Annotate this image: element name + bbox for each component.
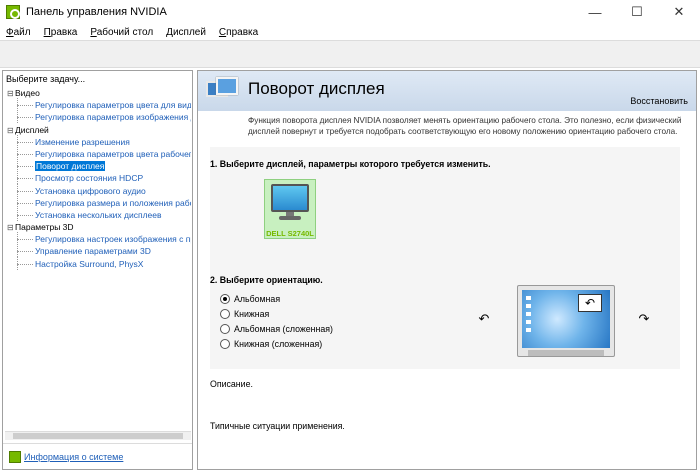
title-bar: Панель управления NVIDIA — ☐ ✕	[0, 0, 700, 24]
scrollbar-thumb[interactable]	[13, 433, 183, 439]
tree-item[interactable]: Настройка Surround, PhysX	[5, 256, 191, 270]
step2-heading: 2. Выберите ориентацию.	[210, 275, 323, 285]
tree-item-rotate-display[interactable]: Поворот дисплея	[5, 159, 191, 173]
toolbar	[0, 40, 700, 68]
tree-category-3d[interactable]: ⊟Параметры 3D	[5, 221, 191, 233]
rotate-display-icon	[206, 77, 240, 103]
display-name: DELL S2740L	[266, 229, 314, 238]
orientation-portrait[interactable]: Книжная	[220, 308, 269, 320]
step1-heading: 1. Выберите дисплей, параметры которого …	[210, 159, 491, 169]
radio-button[interactable]	[220, 294, 230, 304]
tree-item[interactable]: Регулировка параметров цвета рабочег	[5, 146, 191, 161]
system-info: Информация о системе	[9, 451, 123, 463]
nvidia-info-icon	[9, 451, 21, 463]
maximize-button[interactable]: ☐	[616, 0, 658, 24]
sidebar-horizontal-scrollbar[interactable]	[5, 431, 191, 440]
close-button[interactable]: ✕	[658, 0, 700, 24]
page-description: Функция поворота дисплея NVIDIA позволяе…	[248, 116, 682, 136]
menu-edit[interactable]: Правка	[42, 27, 80, 38]
tree-item[interactable]: Регулировка параметров изображения д	[5, 110, 191, 124]
window-controls: — ☐ ✕	[574, 0, 700, 24]
main-content: Поворот дисплея Восстановить Функция пов…	[197, 70, 697, 470]
radio-button[interactable]	[220, 324, 230, 334]
menu-file[interactable]: Файл	[4, 27, 33, 38]
orientation-preview: ↶	[517, 285, 615, 357]
window-title: Панель управления NVIDIA	[26, 6, 167, 18]
minimize-button[interactable]: —	[574, 0, 616, 24]
menu-help[interactable]: Справка	[217, 27, 260, 38]
tree-item[interactable]: Регулировка размера и положения рабо	[5, 195, 191, 209]
usage-label: Типичные ситуации применения.	[210, 421, 345, 431]
tree-item[interactable]: Управление параметрами 3D	[5, 244, 191, 258]
page-header: Поворот дисплея Восстановить	[198, 71, 696, 111]
task-sidebar: Выберите задачу... ⊟Видео Регулировка па…	[2, 70, 193, 470]
collapse-icon[interactable]: ⊟	[7, 222, 15, 234]
nvidia-app-icon	[6, 5, 20, 19]
radio-button[interactable]	[220, 339, 230, 349]
tree-item[interactable]: Изменение разрешения	[5, 134, 191, 148]
restore-button[interactable]: Восстановить	[630, 96, 688, 106]
tree-item[interactable]: Регулировка параметров цвета для вид	[5, 98, 191, 112]
sidebar-heading: Выберите задачу...	[6, 74, 86, 84]
menu-display[interactable]: Дисплей	[164, 27, 208, 38]
orientation-portrait-flipped[interactable]: Книжная (сложенная)	[220, 338, 322, 350]
tree-item[interactable]: Установка нескольких дисплеев	[5, 207, 191, 222]
system-info-link[interactable]: Информация о системе	[24, 452, 123, 462]
orientation-landscape[interactable]: Альбомная	[220, 293, 280, 305]
rotate-left-icon[interactable]: ↶	[476, 311, 492, 327]
orientation-landscape-flipped[interactable]: Альбомная (сложенная)	[220, 323, 333, 335]
divider	[3, 443, 192, 444]
tree-category-video[interactable]: ⊟Видео	[5, 87, 191, 99]
task-tree: ⊟Видео Регулировка параметров цвета для …	[5, 87, 191, 435]
menu-desktop[interactable]: Рабочий стол	[88, 27, 155, 38]
monitor-icon	[271, 184, 309, 222]
tree-item[interactable]: Установка цифрового аудио	[5, 183, 191, 197]
collapse-icon[interactable]: ⊟	[7, 125, 15, 137]
description-label: Описание.	[210, 379, 253, 389]
tree-category-display[interactable]: ⊟Дисплей	[5, 124, 191, 136]
preview-rotate-icon: ↶	[578, 294, 602, 312]
menu-bar: Файл Правка Рабочий стол Дисплей Справка	[0, 24, 700, 40]
tree-item[interactable]: Регулировка настроек изображения с пр	[5, 232, 191, 246]
radio-button[interactable]	[220, 309, 230, 319]
collapse-icon[interactable]: ⊟	[7, 88, 15, 100]
page-title: Поворот дисплея	[248, 79, 385, 98]
tree-item[interactable]: Просмотр состояния HDCP	[5, 171, 191, 185]
rotate-right-icon[interactable]: ↷	[636, 311, 652, 327]
